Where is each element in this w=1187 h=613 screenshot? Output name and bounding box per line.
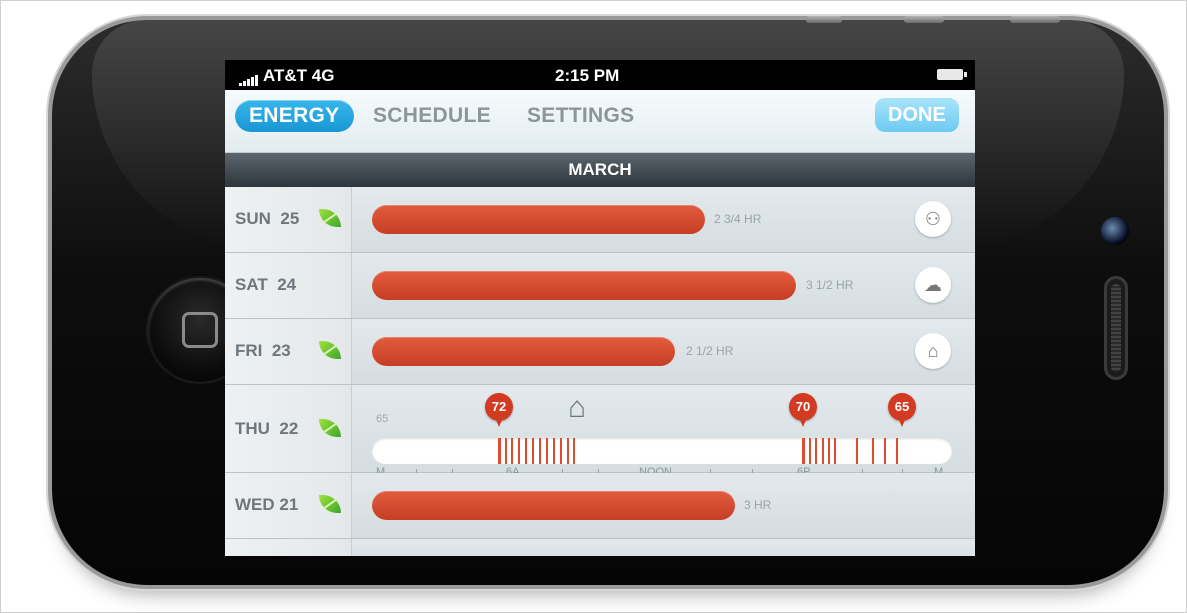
leaf-icon [319, 341, 341, 359]
usage-lane [352, 539, 975, 556]
day-label: WED 21 [235, 495, 299, 514]
month-header: MARCH [225, 153, 975, 187]
usage-lane: 2 1/2 HR ⌂ [352, 319, 975, 384]
heating-stripe [573, 438, 575, 464]
usage-bar [372, 271, 796, 300]
heating-stripe [539, 438, 541, 464]
usage-duration: 3 HR [744, 498, 772, 512]
home-square-icon [182, 312, 218, 348]
signal-icon [239, 66, 259, 86]
heating-stripe [511, 438, 513, 464]
day-label: FRI 23 [235, 341, 291, 360]
status-bar: AT&T 4G 2:15 PM [225, 60, 975, 90]
heating-stripe [815, 438, 817, 464]
leaf-icon [319, 419, 341, 437]
day-label: THU 22 [235, 419, 299, 438]
heating-stripe [828, 438, 830, 464]
heating-timeline [372, 438, 952, 464]
setpoint-marker[interactable]: 65 [888, 393, 916, 427]
heating-stripe [834, 438, 836, 464]
battery-icon [937, 69, 967, 80]
usage-duration: 2 3/4 HR [714, 212, 762, 226]
person-icon[interactable]: ⚇ [915, 201, 951, 237]
day-cell [225, 539, 352, 556]
usage-lane: 2 3/4 HR ⚇ [352, 187, 975, 252]
usage-duration: 3 1/2 HR [806, 278, 854, 292]
tab-settings[interactable]: SETTINGS [527, 100, 634, 132]
heating-stripe [884, 438, 886, 464]
heating-stripe [560, 438, 562, 464]
day-label: SUN 25 [235, 209, 300, 228]
energy-history-list: SUN 25 2 3/4 HR ⚇ SAT 24 3 1/2 HR ☁ FRI … [225, 187, 975, 556]
day-cell: SUN 25 [225, 187, 352, 252]
usage-bar [372, 491, 735, 520]
usage-lane: 3 HR [352, 473, 975, 538]
away-icon: ⌂ [567, 391, 587, 424]
day-timeline-lane: 65 72 ⌂ 70 65 M 6A NOON 6P M [352, 385, 975, 478]
tab-schedule[interactable]: SCHEDULE [373, 100, 491, 132]
front-camera [1101, 217, 1129, 245]
heating-stripe [553, 438, 555, 464]
setpoint-marker[interactable]: 72 [485, 393, 513, 427]
tab-energy[interactable]: ENERGY [235, 100, 354, 132]
heating-stripe [525, 438, 527, 464]
usage-bar [372, 337, 675, 366]
volume-button[interactable] [806, 16, 842, 23]
heating-stripe [532, 438, 534, 464]
heating-stripe [896, 438, 898, 464]
done-button[interactable]: DONE [875, 98, 959, 132]
day-row-wed[interactable]: WED 21 3 HR [225, 473, 975, 539]
setpoint-marker[interactable]: 70 [789, 393, 817, 427]
day-row-partial [225, 539, 975, 556]
weather-icon[interactable]: ☁ [915, 267, 951, 303]
heating-stripe [518, 438, 520, 464]
day-row-thu-expanded[interactable]: THU 22 65 72 ⌂ 70 65 M 6A NOON 6P M [225, 385, 975, 478]
usage-lane: 3 1/2 HR ☁ [352, 253, 975, 318]
home-icon[interactable]: ⌂ [915, 333, 951, 369]
heating-stripe [546, 438, 548, 464]
start-temperature: 65 [376, 413, 389, 425]
sleep-button[interactable] [1010, 16, 1060, 23]
leaf-icon [319, 495, 341, 513]
clock: 2:15 PM [555, 66, 620, 85]
earpiece-speaker [1104, 276, 1128, 380]
day-cell: THU 22 [225, 385, 352, 472]
volume-button-2[interactable] [904, 16, 944, 23]
heating-stripe [809, 438, 811, 464]
carrier-label: AT&T 4G [239, 66, 334, 86]
heating-stripe [872, 438, 874, 464]
heating-stripe [498, 438, 501, 464]
day-row-sat[interactable]: SAT 24 3 1/2 HR ☁ [225, 253, 975, 319]
day-cell: SAT 24 [225, 253, 352, 318]
usage-bar [372, 205, 705, 234]
heating-stripe [802, 438, 805, 464]
day-label: SAT 24 [235, 275, 297, 294]
leaf-icon [319, 209, 341, 227]
app-screen: AT&T 4G 2:15 PM ENERGY SCHEDULE SETTINGS… [225, 60, 975, 556]
day-cell: WED 21 [225, 473, 352, 538]
heating-stripe [856, 438, 858, 464]
day-row-fri[interactable]: FRI 23 2 1/2 HR ⌂ [225, 319, 975, 385]
heating-stripe [567, 438, 569, 464]
top-nav: ENERGY SCHEDULE SETTINGS DONE [225, 90, 975, 153]
heating-stripe [822, 438, 824, 464]
day-cell: FRI 23 [225, 319, 352, 384]
usage-duration: 2 1/2 HR [686, 344, 734, 358]
day-row-sun[interactable]: SUN 25 2 3/4 HR ⚇ [225, 187, 975, 253]
heating-stripe [505, 438, 507, 464]
